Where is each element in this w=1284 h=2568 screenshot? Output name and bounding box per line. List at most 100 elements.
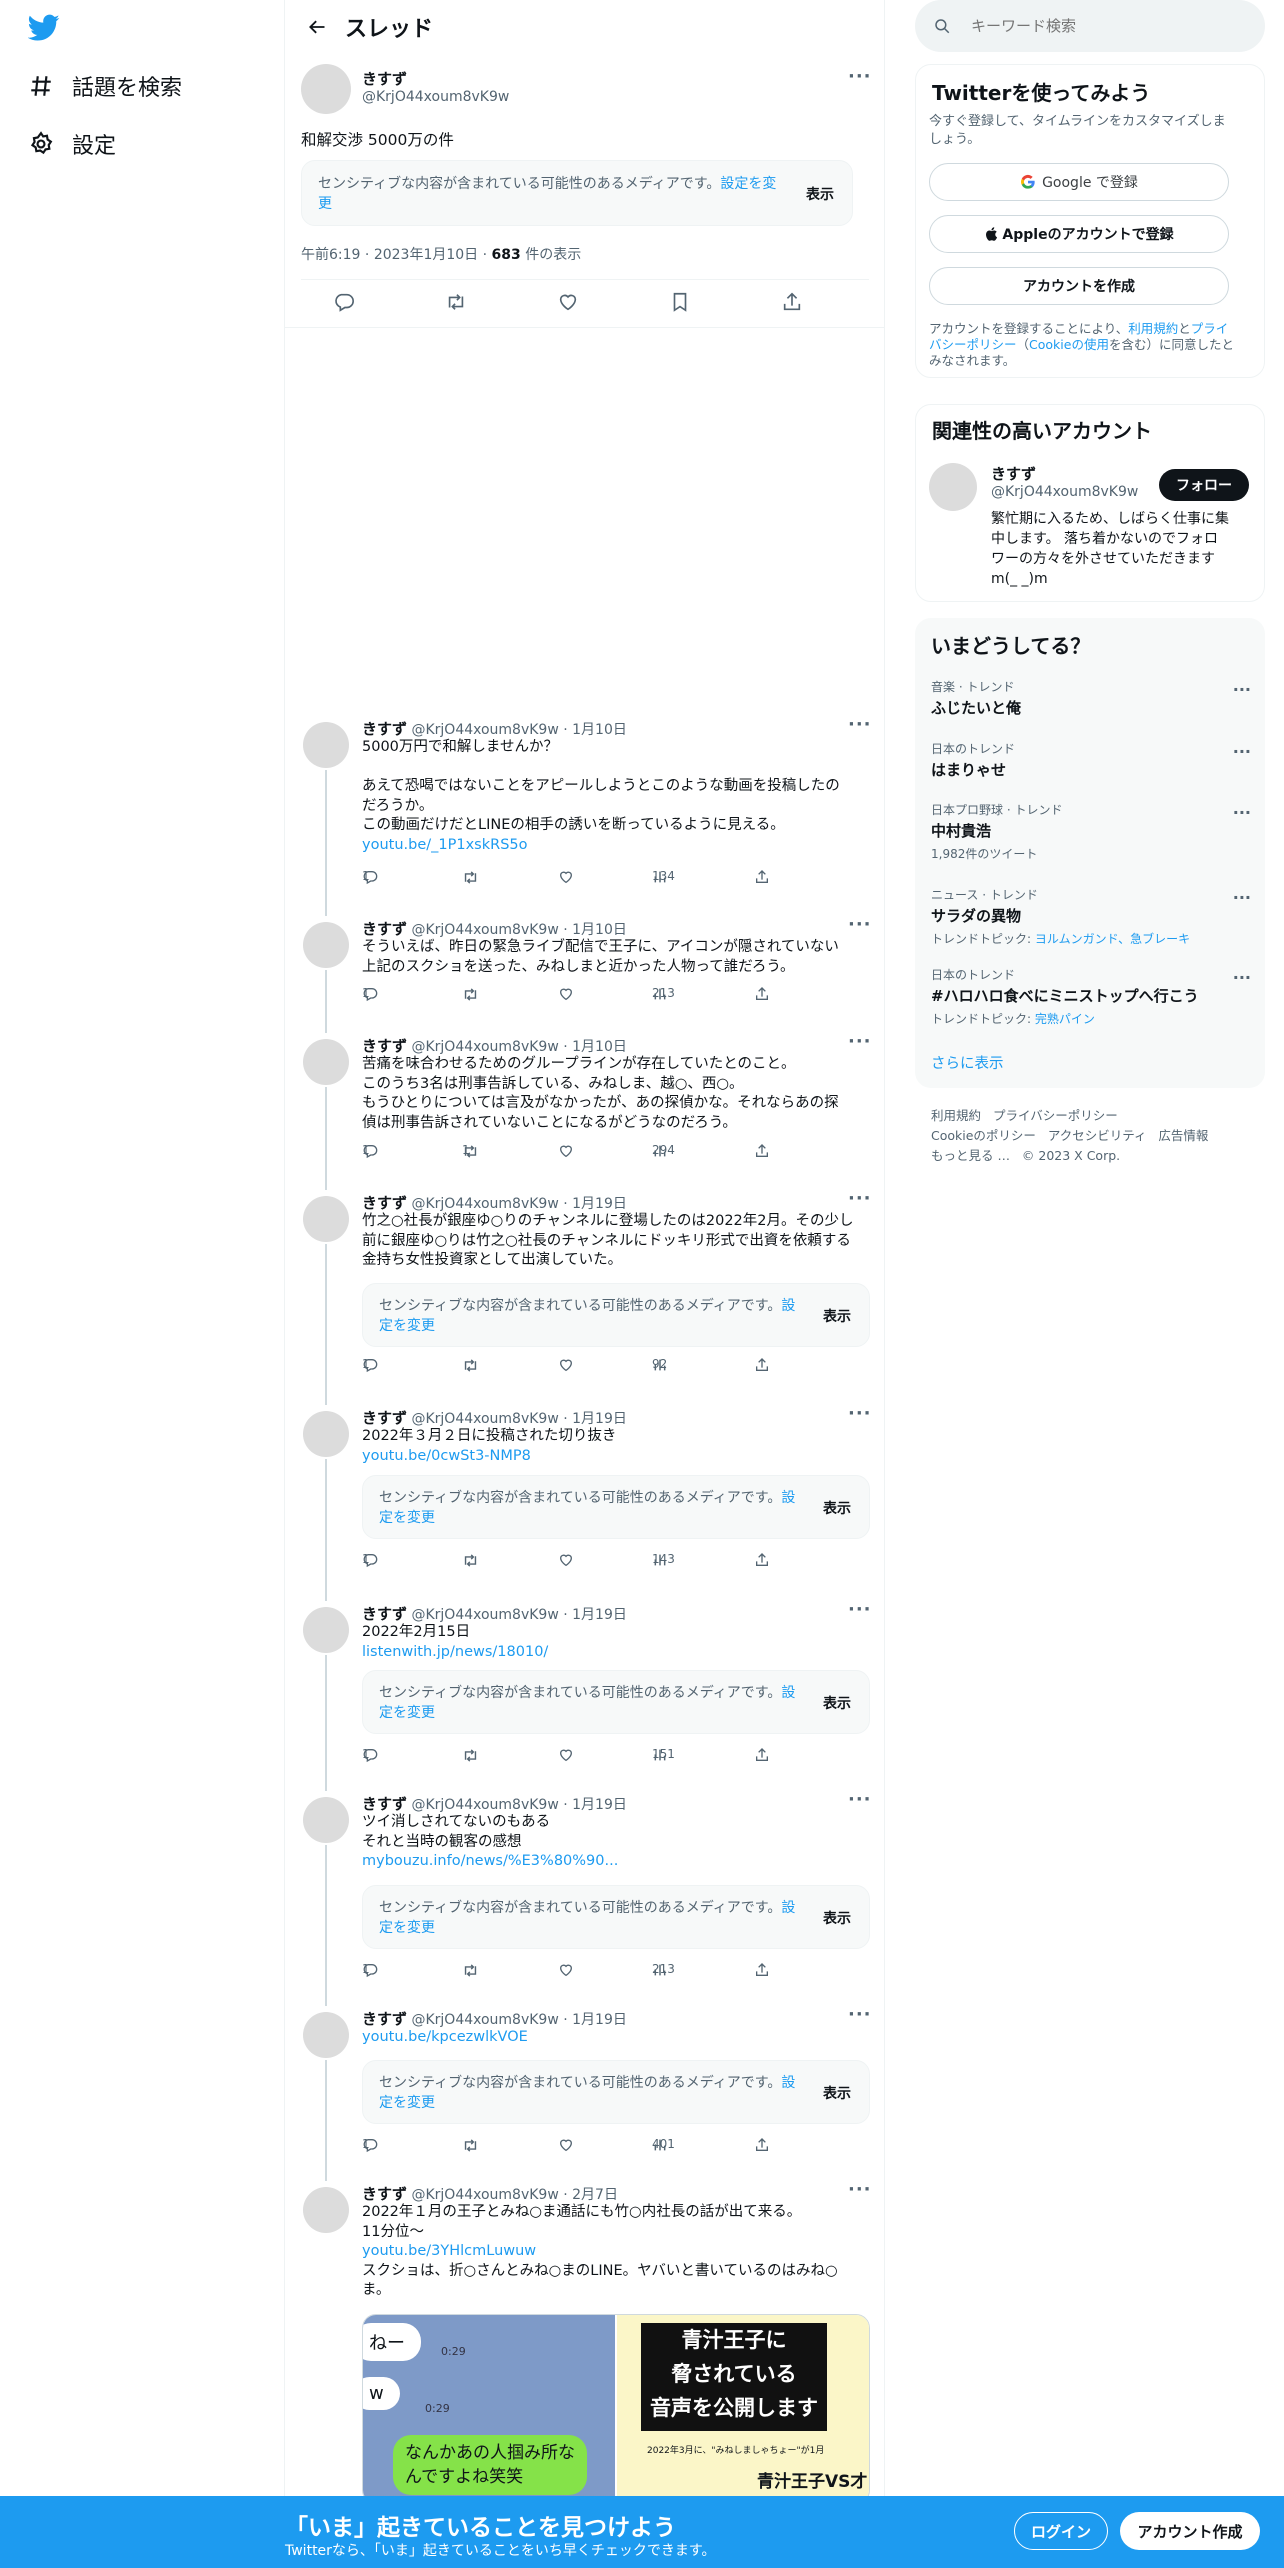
trend-item[interactable]: 日本のトレンド #ハロハロ食べにミニストップへ行こう トレンドトピック: 完熟パイン… [931,966,1251,1027]
apple-signup-button[interactable]: Appleのアカウントで登録 [929,215,1229,253]
avatar[interactable] [303,1039,349,1085]
author-name[interactable]: きすず [362,1194,407,1212]
terms-link[interactable]: 利用規約 [1128,321,1178,336]
follow-button[interactable]: フォロー [1159,469,1249,501]
more-icon[interactable]: ··· [848,66,872,87]
more-icon[interactable]: ··· [1233,803,1251,822]
retweet-button[interactable] [462,1747,487,1764]
show-media-button[interactable]: 表示 [823,1908,851,1928]
avatar[interactable] [303,1607,349,1653]
trend-item[interactable]: 音楽 · トレンド ふじたいと俺 ··· [931,678,1251,718]
tweet-link[interactable]: youtu.be/kpcezwlkVOE [362,2028,870,2048]
retweet-icon[interactable] [445,291,467,313]
thread-tweet[interactable]: きすず @KrjO44xoum8vK9w · 2月7日 ··· 2022年１月の王子… [285,2173,885,2504]
more-icon[interactable]: ··· [848,714,872,735]
retweet-button[interactable] [462,1357,487,1374]
share-button[interactable] [754,2137,778,2153]
reply-button[interactable]: 1 [362,1962,386,1978]
like-button[interactable] [558,1357,582,1373]
cookie-link[interactable]: Cookieの使用 [1029,337,1109,352]
privacy-link[interactable]: プライ [1191,321,1229,336]
footer-link-terms[interactable]: 利用規約 [931,1108,981,1123]
footer-link-more[interactable]: もっと見る … [931,1148,1010,1163]
footer-link-ads[interactable]: 広告情報 [1158,1128,1208,1143]
more-icon[interactable]: ··· [1233,680,1251,699]
thread-tweet[interactable]: きすず @KrjO44xoum8vK9w · 1月10日 ··· 苦痛を味合わせるた… [285,1025,885,1190]
thread-tweet[interactable]: きすず @KrjO44xoum8vK9w · 1月19日 ··· 2022年３月２日… [285,1397,885,1601]
reply-button[interactable]: 1 [362,1552,386,1568]
tweet-link[interactable]: youtu.be/3YHlcmLuwuw [362,2242,870,2262]
thread-tweet[interactable]: きすず @KrjO44xoum8vK9w · 1月10日 ··· そういえば、昨日の… [285,908,885,1033]
more-icon[interactable]: ··· [848,1789,872,1810]
more-icon[interactable]: ··· [1233,742,1251,761]
footer-link-accessibility[interactable]: アクセシビリティ [1048,1128,1147,1143]
share-button[interactable] [754,869,778,885]
avatar[interactable] [929,463,977,511]
thread-tweet[interactable]: きすず @KrjO44xoum8vK9w · 1月19日 ··· youtu.be/… [285,1998,885,2181]
views-button[interactable]: 151 [652,1747,676,1763]
author-name[interactable]: きすず [362,68,407,89]
like-button[interactable] [558,1962,582,1978]
author-meta[interactable]: @KrjO44xoum8vK9w · 1月19日 [411,1607,626,1623]
avatar[interactable] [303,1196,349,1242]
author-meta[interactable]: @KrjO44xoum8vK9w · 1月19日 [411,1411,626,1427]
author-name[interactable]: きすず [362,2185,407,2203]
show-media-button[interactable]: 表示 [823,1306,851,1326]
views-button[interactable]: 294 [652,1143,676,1159]
author-name[interactable]: きすず [362,1037,407,1055]
create-account-button[interactable]: アカウントを作成 [929,267,1229,305]
privacy-link[interactable]: バシーポリシー [929,337,1017,352]
share-button[interactable] [754,986,778,1002]
more-icon[interactable]: ··· [848,1188,872,1209]
login-button[interactable]: ログイン [1014,2512,1108,2550]
retweet-button[interactable] [462,2137,487,2154]
like-button[interactable] [558,869,582,885]
author-meta[interactable]: @KrjO44xoum8vK9w · 1月10日 [411,922,626,938]
like-button[interactable] [558,1143,582,1159]
avatar[interactable] [303,722,349,768]
share-button[interactable] [754,1357,778,1373]
like-icon[interactable] [557,291,579,313]
retweet-button[interactable] [462,1962,487,1979]
author-name[interactable]: きすず [362,1795,407,1813]
retweet-button[interactable] [462,869,487,886]
views-button[interactable]: 134 [652,869,676,885]
share-button[interactable] [754,1552,778,1568]
twitter-logo-icon[interactable] [28,14,60,42]
tweet-timestamp[interactable]: 午前6:19 · 2023年1月10日 · 683 件の表示 [301,244,581,264]
tweet-link[interactable]: youtu.be/_1P1xskRS5o [362,836,870,856]
related-name[interactable]: きすず [991,463,1036,484]
reply-button[interactable]: 1 [362,1747,386,1763]
author-handle[interactable]: @KrjO44xoum8vK9w [362,89,509,105]
views-button[interactable]: 92 [652,1357,676,1373]
show-media-button[interactable]: 表示 [823,1498,851,1518]
tweet-link[interactable]: mybouzu.info/news/%E3%80%90... [362,1852,870,1872]
author-meta[interactable]: @KrjO44xoum8vK9w · 2月7日 [411,2187,618,2203]
nav-explore[interactable]: 話題を検索 [28,70,182,102]
author-meta[interactable]: @KrjO44xoum8vK9w · 1月19日 [411,1797,626,1813]
more-icon[interactable]: ··· [1233,888,1251,907]
tweet-link[interactable]: listenwith.jp/news/18010/ [362,1643,870,1663]
views-button[interactable]: 213 [652,1962,676,1978]
nav-settings[interactable]: 設定 [28,128,116,160]
more-icon[interactable]: ··· [848,2004,872,2025]
search-input[interactable] [971,17,1231,35]
reply-button[interactable]: 1 [362,1143,386,1159]
like-button[interactable] [558,1747,582,1763]
more-icon[interactable]: ··· [1233,968,1251,987]
thread-tweet[interactable]: きすず @KrjO44xoum8vK9w · 1月19日 ··· ツイ消しされてない… [285,1783,885,2006]
trend-item[interactable]: 日本のトレンド はまりゃせ ··· [931,740,1251,780]
share-icon[interactable] [781,291,803,313]
reply-icon[interactable] [333,291,355,313]
more-icon[interactable]: ··· [848,914,872,935]
share-button[interactable] [754,1962,778,1978]
tweet-link[interactable]: youtu.be/0cwSt3-NMP8 [362,1447,870,1467]
more-icon[interactable]: ··· [848,1031,872,1052]
avatar[interactable] [303,2187,349,2233]
google-signup-button[interactable]: Google で登録 [929,163,1229,201]
show-media-button[interactable]: 表示 [823,1693,851,1713]
share-button[interactable] [754,1747,778,1763]
more-icon[interactable]: ··· [848,1599,872,1620]
more-icon[interactable]: ··· [848,2179,872,2200]
like-button[interactable] [558,1552,582,1568]
